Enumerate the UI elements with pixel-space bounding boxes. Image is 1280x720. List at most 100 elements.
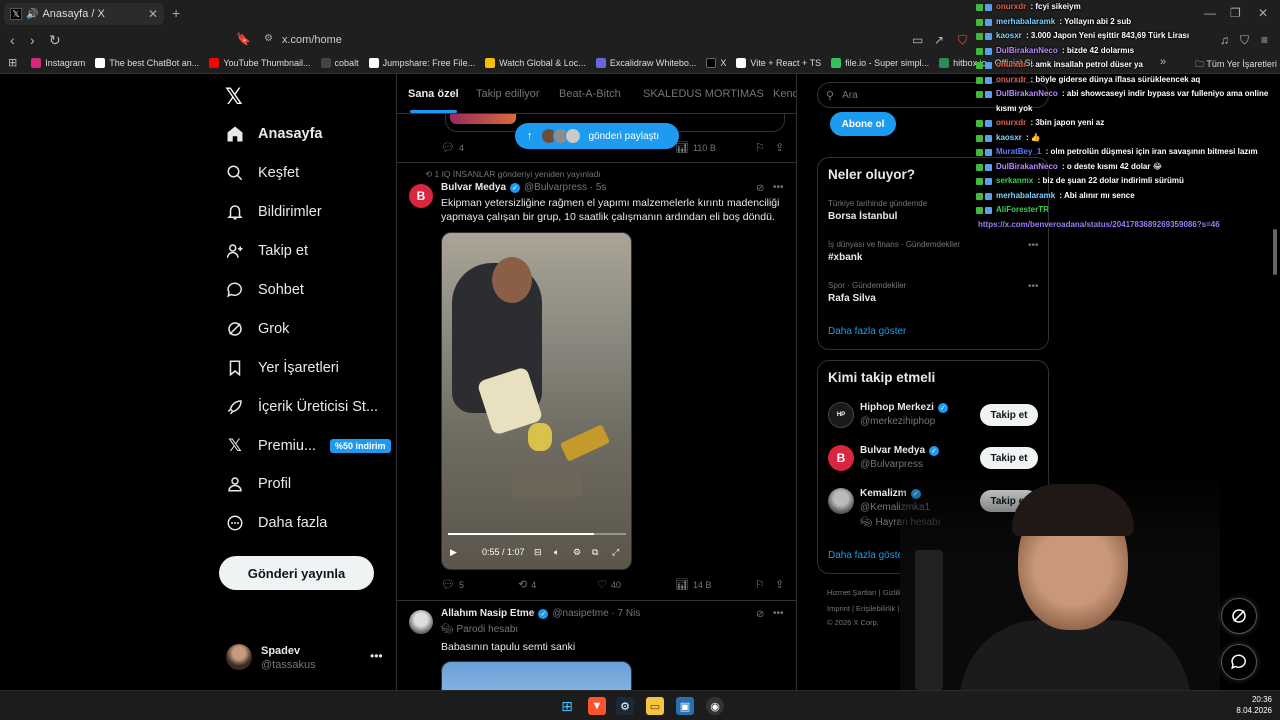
more-dots-icon[interactable]: •••	[773, 182, 784, 193]
chat-username[interactable]: MuratBey_1	[996, 147, 1041, 156]
nav-follow[interactable]: Takip et	[226, 239, 308, 263]
chat-username[interactable]: onurxdr	[996, 118, 1026, 127]
new-tab-button[interactable]: +	[172, 5, 180, 21]
bookmark-item[interactable]: Watch Global & Loc...	[485, 57, 586, 68]
grok-icon[interactable]: ⊘	[756, 609, 764, 620]
bookmark-item[interactable]: Jumpshare: Free File...	[368, 57, 475, 68]
settings-icon[interactable]: ⚙	[573, 547, 581, 558]
like-button[interactable]: ♡ 40	[597, 578, 621, 591]
follow-button[interactable]: Takip et	[980, 447, 1038, 469]
fullscreen-icon[interactable]: ⤢	[612, 547, 619, 558]
chat-username[interactable]: serkanmx	[996, 176, 1033, 185]
post-author-name[interactable]: Allahım Nasip Etme	[441, 608, 534, 619]
trend-item[interactable]: #xbank	[828, 252, 862, 263]
avatar[interactable]	[828, 488, 854, 514]
captions-icon[interactable]: ⊟	[534, 547, 542, 558]
bookmark-item[interactable]: cobalt	[320, 57, 359, 68]
chat-username[interactable]: kaosxr	[996, 31, 1022, 40]
follow-button[interactable]: Takip et	[980, 404, 1038, 426]
brave-shield-icon[interactable]: ⛉	[958, 33, 967, 48]
nav-premium[interactable]: 𝕏 Premiu... %50 indirim	[226, 434, 391, 458]
app-icon[interactable]: ◉	[706, 697, 724, 715]
tab-list[interactable]: Beat-A-Bitch	[559, 88, 621, 100]
post-author-name[interactable]: Bulvar Medya	[441, 182, 506, 193]
play-icon[interactable]: ▶	[450, 547, 457, 558]
close-tab-icon[interactable]: ✕	[148, 7, 158, 21]
bookmark-item[interactable]: file.io - Super simpl...	[831, 57, 929, 68]
reply-button[interactable]: 💬︎ 4	[441, 141, 464, 154]
account-switcher[interactable]: Spadev @tassakus •••	[226, 644, 386, 674]
avatar[interactable]: B	[409, 184, 433, 208]
bookmark-item[interactable]: X	[706, 57, 726, 68]
nav-bookmarks[interactable]: Yer İşaretleri	[226, 356, 339, 380]
show-more-link[interactable]: Daha fazla göster	[828, 326, 906, 337]
bookmark-item[interactable]: Instagram	[31, 57, 85, 68]
post-video[interactable]: ▶ 0:55 / 1:07 ⊟ 🔈︎ ⚙ ⧉ ⤢	[441, 232, 632, 570]
file-explorer-icon[interactable]: ▭	[646, 697, 664, 715]
avatar[interactable]: B	[828, 445, 854, 471]
new-posts-pill[interactable]: ↑ gönderi paylaştı	[515, 123, 679, 149]
show-more-link[interactable]: Daha fazla göster	[828, 550, 906, 561]
browser-tab[interactable]: 𝕏 🔊 Anasayfa / X ✕	[4, 3, 164, 25]
steam-icon[interactable]: ⚙	[616, 697, 634, 715]
share-icon[interactable]: ↗	[934, 33, 944, 47]
chat-username[interactable]: onurxdr	[996, 75, 1026, 84]
trend-item[interactable]: Rafa Silva	[828, 293, 876, 304]
x-logo-icon[interactable]: 𝕏	[225, 84, 243, 110]
tab-list[interactable]: SKALEDUS MORTIMAS	[643, 88, 764, 100]
post-image[interactable]	[441, 661, 632, 690]
scrollbar-thumb[interactable]	[1273, 229, 1277, 275]
nav-creator-studio[interactable]: İçerik Üreticisi St...	[226, 395, 378, 419]
chat-username[interactable]: onurxdr	[996, 2, 1026, 11]
bookmark-item[interactable]: Vite + React + TS	[736, 57, 821, 68]
post-time[interactable]: 5s	[596, 182, 607, 193]
chat-username[interactable]: merhabalaramk	[996, 17, 1055, 26]
chat-username[interactable]: merhabalaramk	[996, 191, 1055, 200]
bookmark-button[interactable]: ⚐	[755, 578, 769, 591]
reload-icon[interactable]: ↻	[49, 32, 61, 49]
bookmark-page-icon[interactable]: 🔖	[236, 32, 251, 46]
chat-username[interactable]: kaosxr	[996, 133, 1022, 142]
chat-username[interactable]: DulBirakanNeco	[996, 46, 1058, 55]
url-field[interactable]: ⚙ x.com/home	[256, 30, 976, 50]
nav-profile[interactable]: Profil	[226, 472, 291, 496]
views-button[interactable]: 📊︎ 14 B	[675, 578, 711, 591]
bookmark-item[interactable]: YouTube Thumbnail...	[209, 57, 311, 68]
back-icon[interactable]: ‹	[10, 32, 15, 48]
chat-link[interactable]: https://x.com/benveroadana/status/204178…	[976, 218, 1280, 233]
brave-browser-icon[interactable]: ▼	[588, 697, 606, 715]
views-button[interactable]: 📊︎ 110 B	[675, 141, 716, 154]
speaker-icon[interactable]: 🔊	[26, 9, 38, 20]
avatar[interactable]	[409, 610, 433, 634]
bookmark-item[interactable]: The best ChatBot an...	[95, 57, 199, 68]
chat-username[interactable]: DulBirakanNeco	[996, 162, 1058, 171]
suggested-user-name[interactable]: Hiphop Merkezi ✓	[860, 402, 948, 413]
repost-button[interactable]: ⟲ 4	[518, 578, 536, 591]
bookmark-item[interactable]: Excalidraw Whitebo...	[595, 57, 696, 68]
pip-icon[interactable]: ⧉	[592, 547, 598, 558]
forward-icon[interactable]: ›	[30, 32, 35, 48]
chat-username[interactable]: DulBirakanNeco	[996, 89, 1058, 98]
nav-explore[interactable]: Keşfet	[226, 161, 299, 185]
more-dots-icon[interactable]: •••	[1028, 240, 1039, 251]
video-progress-bar[interactable]	[448, 533, 626, 535]
tab-list[interactable]: Kend	[773, 88, 796, 100]
bookmark-button[interactable]: ⚐	[755, 141, 769, 154]
share-button[interactable]: ⇪	[775, 141, 788, 154]
chat-floating-button[interactable]	[1221, 644, 1257, 680]
cast-icon[interactable]: ▭	[912, 33, 923, 47]
post-author-handle[interactable]: @Bulvarpress	[524, 182, 587, 193]
chat-username[interactable]: onurxdr	[996, 60, 1026, 69]
nav-home[interactable]: Anasayfa	[226, 122, 322, 146]
trend-item[interactable]: Borsa İstanbul	[828, 211, 897, 222]
more-dots-icon[interactable]: •••	[370, 649, 383, 663]
share-button[interactable]: ⇪	[775, 578, 788, 591]
subscribe-button[interactable]: Abone ol	[830, 112, 896, 136]
tab-for-you[interactable]: Sana özel	[408, 88, 459, 113]
apps-grid-icon[interactable]: ⊞	[8, 56, 17, 69]
chat-username[interactable]: AliForesterTR	[996, 205, 1049, 214]
nav-chat[interactable]: Sohbet	[226, 278, 304, 302]
nav-grok[interactable]: Grok	[226, 317, 289, 341]
system-clock[interactable]: 20:36 8.04.2026	[1228, 694, 1272, 716]
more-dots-icon[interactable]: •••	[1028, 281, 1039, 292]
